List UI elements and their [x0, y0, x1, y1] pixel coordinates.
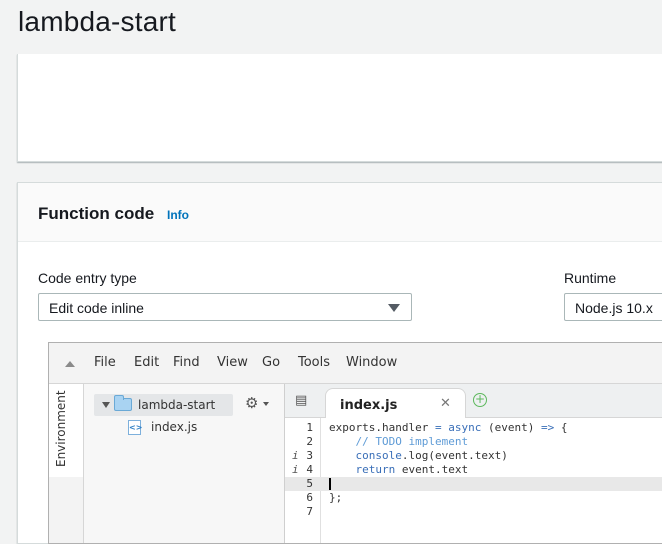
- page-title: lambda-start: [18, 6, 177, 37]
- code-text: exports.handler = async (event) => {: [329, 421, 568, 434]
- tab-index-js[interactable]: index.js ✕: [325, 388, 466, 418]
- expand-arrow-icon[interactable]: [102, 402, 110, 408]
- ide-menubar: File Edit Find View Go Tools Window: [49, 343, 662, 384]
- tab-label: index.js: [340, 398, 398, 413]
- function-code-panel: Function code Info Code entry type Edit …: [17, 182, 662, 544]
- gear-icon[interactable]: ⚙: [245, 395, 258, 411]
- line-number: 2: [306, 435, 313, 448]
- info-marker-icon[interactable]: i: [292, 463, 299, 477]
- panel-title: Function code: [38, 204, 155, 223]
- tree-folder-label: lambda-start: [138, 398, 216, 412]
- close-icon[interactable]: ✕: [440, 396, 451, 411]
- panel-header: Function code Info: [18, 183, 662, 242]
- tab-list-icon[interactable]: ▤: [295, 393, 307, 408]
- code-text: console.log(event.text): [355, 449, 508, 462]
- menu-find[interactable]: Find: [173, 355, 200, 370]
- code-line[interactable]: 5: [285, 477, 662, 491]
- code-text: // TODO implement: [329, 435, 469, 448]
- chevron-down-icon: [388, 304, 400, 312]
- line-number: 1: [306, 421, 313, 434]
- code-entry-type-label: Code entry type: [38, 270, 137, 286]
- side-strip: [49, 477, 84, 543]
- info-link[interactable]: Info: [167, 208, 189, 222]
- folder-icon: [114, 395, 132, 411]
- menu-file[interactable]: File: [94, 355, 116, 370]
- file-tree: lambda-start ⚙ <> index.js: [84, 384, 285, 543]
- code-editor[interactable]: 1 exports.handler = async (event) => {2 /…: [285, 418, 662, 543]
- code-line[interactable]: 1 exports.handler = async (event) => {: [285, 421, 662, 435]
- gear-dropdown-icon[interactable]: [263, 402, 269, 406]
- info-marker-icon[interactable]: i: [292, 449, 299, 463]
- text-cursor: [329, 478, 331, 490]
- code-text: return event.text: [355, 463, 469, 476]
- code-entry-type-value: Edit code inline: [49, 300, 144, 316]
- add-tab-icon[interactable]: +: [473, 393, 487, 407]
- code-line[interactable]: 7: [285, 505, 662, 519]
- collapse-up-icon[interactable]: [65, 361, 75, 367]
- menu-window[interactable]: Window: [346, 355, 397, 370]
- tree-folder-row[interactable]: lambda-start: [94, 394, 233, 416]
- cloud9-ide: File Edit Find View Go Tools Window Envi…: [48, 342, 662, 544]
- code-line[interactable]: 6};: [285, 491, 662, 505]
- tree-file-label[interactable]: index.js: [151, 420, 197, 434]
- environment-tab[interactable]: Environment: [49, 384, 84, 478]
- line-number: 7: [306, 505, 313, 518]
- line-number: 5: [306, 477, 313, 490]
- code-entry-type-select[interactable]: Edit code inline: [38, 293, 412, 321]
- runtime-label: Runtime: [564, 270, 617, 286]
- configuration-panel: [17, 54, 662, 162]
- line-number: 6: [306, 491, 313, 504]
- menu-tools[interactable]: Tools: [298, 355, 330, 370]
- code-line[interactable]: 4i return event.text: [285, 463, 662, 477]
- runtime-select[interactable]: Node.js 10.x: [564, 293, 662, 321]
- js-file-icon: <>: [128, 420, 142, 435]
- environment-tab-label: Environment: [54, 390, 68, 467]
- editor-tab-bar: ▤ index.js ✕ +: [285, 384, 662, 418]
- menu-view[interactable]: View: [217, 355, 248, 370]
- code-line[interactable]: 3i console.log(event.text): [285, 449, 662, 463]
- runtime-value: Node.js 10.x: [575, 300, 653, 316]
- menu-edit[interactable]: Edit: [134, 355, 159, 370]
- code-text: };: [329, 491, 343, 504]
- code-line[interactable]: 2 // TODO implement: [285, 435, 662, 449]
- menu-go[interactable]: Go: [262, 355, 280, 370]
